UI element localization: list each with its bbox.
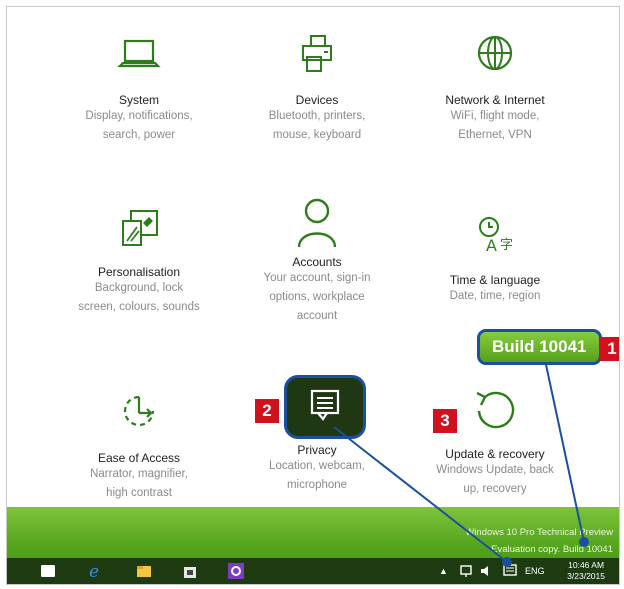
taskbar-clock[interactable]: 10:46 AM 3/23/2015 — [567, 560, 605, 582]
tile-time-language-desc-1: Date, time, region — [449, 290, 541, 302]
tile-update-recovery-title: Update & recovery — [445, 447, 545, 461]
tile-accounts[interactable]: Accounts Your account, sign-in options, … — [227, 195, 407, 326]
svg-text:字: 字 — [500, 238, 513, 253]
app-icon[interactable] — [227, 562, 245, 580]
tile-update-recovery-desc-2: up, recovery — [463, 483, 527, 495]
printer-icon — [227, 33, 407, 89]
badge-2: 2 — [255, 399, 279, 423]
tile-system-title: System — [118, 93, 159, 107]
tile-accounts-desc-1: Your account, sign-in — [263, 272, 371, 284]
svg-text:A: A — [486, 236, 497, 255]
paintbrush-icon — [49, 205, 229, 261]
globe-icon — [405, 33, 585, 89]
person-icon — [227, 195, 407, 251]
tile-personalisation[interactable]: Personalisation Background, lock screen,… — [49, 205, 229, 317]
tile-ease-of-access[interactable]: Ease of Access Narrator, magnifier, high… — [49, 391, 229, 503]
tile-update-recovery[interactable]: Update & recovery Windows Update, back u… — [405, 387, 585, 499]
badge-3: 3 — [433, 409, 457, 433]
volume-tray-icon[interactable] — [479, 558, 493, 584]
action-center-icon[interactable] — [503, 558, 517, 584]
clock-date: 3/23/2015 — [567, 571, 605, 581]
badge-1: 1 — [600, 337, 619, 361]
taskbar: e ▲ ENG 10:46 AM 3/23/2015 — [7, 558, 619, 584]
tile-accounts-title: Accounts — [292, 255, 342, 269]
privacy-callout — [284, 375, 366, 439]
tile-personalisation-desc-2: screen, colours, sounds — [78, 301, 200, 313]
tile-devices-title: Devices — [295, 93, 339, 107]
tile-privacy-desc-2: microphone — [286, 479, 348, 491]
tile-privacy-desc-1: Location, webcam, — [269, 460, 365, 472]
tile-ease-of-access-title: Ease of Access — [97, 451, 181, 465]
tile-time-language[interactable]: A字 Time & language Date, time, region — [405, 213, 585, 306]
tile-ease-of-access-desc-1: Narrator, magnifier, — [90, 468, 188, 480]
tile-devices[interactable]: Devices Bluetooth, printers, mouse, keyb… — [227, 33, 407, 145]
watermark-line-1: Windows 10 Pro Technical Preview — [465, 527, 613, 538]
tile-update-recovery-desc-1: Windows Update, back — [436, 464, 554, 476]
tile-network-title: Network & Internet — [445, 93, 545, 107]
clock-language-icon: A字 — [405, 213, 585, 269]
store-icon[interactable] — [181, 562, 199, 580]
network-tray-icon[interactable] — [459, 558, 473, 584]
tile-accounts-desc-3: account — [296, 310, 338, 322]
tile-time-language-title: Time & language — [449, 273, 541, 287]
tile-privacy[interactable]: Privacy Location, webcam, microphone — [227, 439, 407, 495]
tile-devices-desc-1: Bluetooth, printers, — [268, 110, 366, 122]
tile-devices-desc-2: mouse, keyboard — [272, 129, 362, 141]
watermark: Windows 10 Pro Technical Preview Evaluat… — [465, 524, 613, 558]
tile-ease-of-access-desc-2: high contrast — [106, 487, 172, 499]
message-icon — [310, 389, 340, 421]
language-indicator[interactable]: ENG — [525, 558, 545, 584]
start-button[interactable] — [41, 565, 55, 577]
tile-network-desc-2: Ethernet, VPN — [458, 129, 532, 141]
tile-personalisation-title: Personalisation — [97, 265, 181, 279]
accessibility-icon — [49, 391, 229, 447]
tile-privacy-title: Privacy — [297, 443, 337, 457]
tile-system-desc-1: Display, notifications, — [85, 110, 193, 122]
settings-window: System Display, notifications, search, p… — [6, 6, 620, 585]
tile-system-desc-2: search, power — [102, 129, 176, 141]
show-hidden-icons[interactable]: ▲ — [439, 558, 448, 584]
watermark-line-2: Evaluation copy. Build 10041 — [491, 544, 613, 555]
laptop-icon — [49, 33, 229, 89]
build-callout: Build 10041 — [477, 329, 602, 365]
svg-text:e: e — [89, 562, 99, 580]
tile-system[interactable]: System Display, notifications, search, p… — [49, 33, 229, 145]
tile-network[interactable]: Network & Internet WiFi, flight mode, Et… — [405, 33, 585, 145]
tile-network-desc-1: WiFi, flight mode, — [450, 110, 540, 122]
tile-accounts-desc-2: options, workplace — [269, 291, 365, 303]
edge-icon[interactable]: e — [87, 562, 105, 582]
tile-personalisation-desc-1: Background, lock — [94, 282, 184, 294]
clock-time: 10:46 AM — [568, 560, 605, 570]
file-explorer-icon[interactable] — [135, 562, 153, 580]
refresh-icon — [405, 387, 585, 443]
